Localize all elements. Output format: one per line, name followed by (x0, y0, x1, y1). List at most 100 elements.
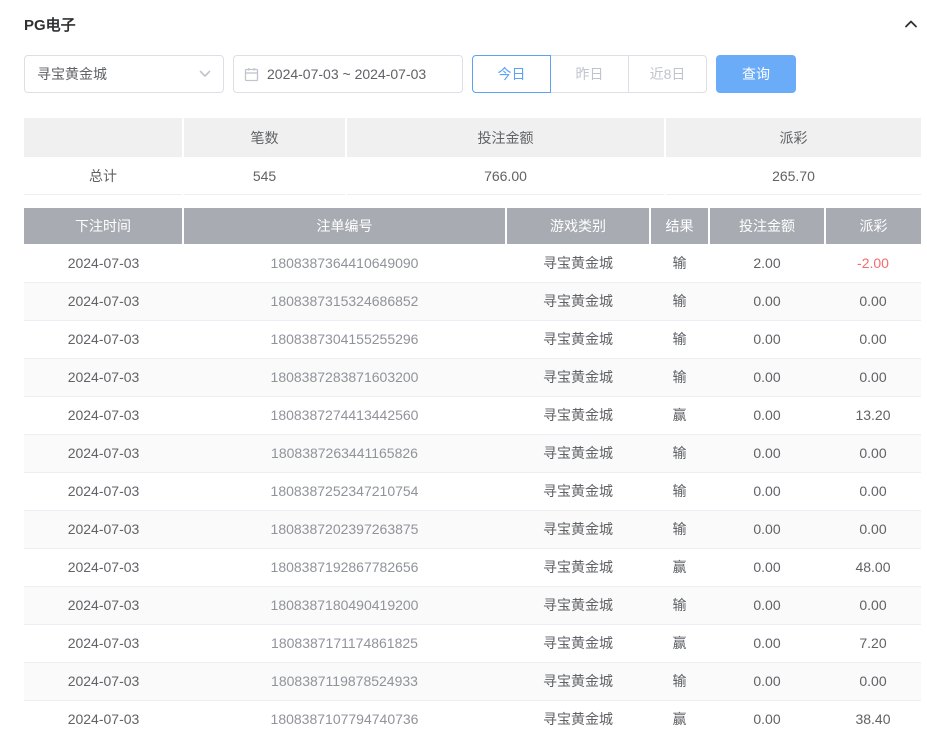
filter-row: 寻宝黄金城 2024-07-03 ~ 2024-07-03 今日 昨日 近8日 … (24, 55, 921, 93)
bet-amount-cell: 0.00 (709, 282, 825, 320)
payout-cell: 0.00 (825, 510, 921, 548)
bets-table-body: 2024-07-03 1808387364410649090 寻宝黄金城 输 2… (24, 244, 921, 730)
payout-cell: 13.20 (825, 396, 921, 434)
payout-cell: 38.40 (825, 700, 921, 730)
result-cell: 赢 (650, 700, 709, 730)
last-8-days-button[interactable]: 近8日 (628, 55, 707, 93)
table-row: 2024-07-03 1808387180490419200 寻宝黄金城 输 0… (24, 586, 921, 624)
game-select[interactable]: 寻宝黄金城 (24, 55, 224, 93)
panel-header: PG电子 (24, 0, 921, 48)
today-button[interactable]: 今日 (472, 55, 551, 93)
result-cell: 赢 (650, 548, 709, 586)
table-row: 2024-07-03 1808387202397263875 寻宝黄金城 输 0… (24, 510, 921, 548)
summary-total-label: 总计 (24, 157, 182, 195)
bet-date-cell: 2024-07-03 (24, 358, 183, 396)
result-cell: 输 (650, 510, 709, 548)
col-header-payout: 派彩 (825, 208, 921, 244)
game-type-cell: 寻宝黄金城 (506, 358, 650, 396)
payout-cell: 0.00 (825, 662, 921, 700)
bet-id-cell: 1808387171174861825 (183, 624, 506, 662)
bet-date-cell: 2024-07-03 (24, 282, 183, 320)
bet-date-cell: 2024-07-03 (24, 510, 183, 548)
game-type-cell: 寻宝黄金城 (506, 244, 650, 282)
payout-cell: 0.00 (825, 434, 921, 472)
bets-table-header: 下注时间 注单编号 游戏类别 结果 投注金额 派彩 (24, 208, 921, 244)
bet-date-cell: 2024-07-03 (24, 320, 183, 358)
bet-id-cell: 1808387119878524933 (183, 662, 506, 700)
bet-amount-cell: 0.00 (709, 624, 825, 662)
game-type-cell: 寻宝黄金城 (506, 320, 650, 358)
yesterday-button[interactable]: 昨日 (550, 55, 629, 93)
col-header-bet-time: 下注时间 (24, 208, 183, 244)
game-type-cell: 寻宝黄金城 (506, 586, 650, 624)
payout-cell: -2.00 (825, 244, 921, 282)
bet-id-cell: 1808387274413442560 (183, 396, 506, 434)
table-row: 2024-07-03 1808387283871603200 寻宝黄金城 输 0… (24, 358, 921, 396)
table-row: 2024-07-03 1808387252347210754 寻宝黄金城 输 0… (24, 472, 921, 510)
summary-total-payout: 265.70 (666, 157, 921, 195)
bet-id-cell: 1808387364410649090 (183, 244, 506, 282)
quick-range-button-group: 今日 昨日 近8日 (472, 55, 707, 93)
report-panel: PG电子 寻宝黄金城 2024-07-03 ~ 2024-07-03 今日 昨日… (0, 0, 927, 730)
summary-header-count: 笔数 (184, 118, 345, 157)
table-row: 2024-07-03 1808387315324686852 寻宝黄金城 输 0… (24, 282, 921, 320)
bet-date-cell: 2024-07-03 (24, 434, 183, 472)
bet-amount-cell: 0.00 (709, 434, 825, 472)
payout-cell: 0.00 (825, 282, 921, 320)
table-row: 2024-07-03 1808387304155255296 寻宝黄金城 输 0… (24, 320, 921, 358)
result-cell: 输 (650, 434, 709, 472)
game-type-cell: 寻宝黄金城 (506, 662, 650, 700)
payout-cell: 0.00 (825, 320, 921, 358)
search-button[interactable]: 查询 (716, 55, 796, 93)
col-header-game-type: 游戏类别 (506, 208, 650, 244)
summary-table: 笔数 投注金额 派彩 总计 545 766.00 265.70 (24, 118, 921, 195)
bet-id-cell: 1808387180490419200 (183, 586, 506, 624)
result-cell: 输 (650, 586, 709, 624)
payout-cell: 0.00 (825, 358, 921, 396)
bet-amount-cell: 0.00 (709, 358, 825, 396)
bet-amount-cell: 0.00 (709, 700, 825, 730)
result-cell: 输 (650, 244, 709, 282)
bet-amount-cell: 0.00 (709, 472, 825, 510)
summary-total-count: 545 (184, 157, 345, 195)
result-cell: 输 (650, 472, 709, 510)
bet-id-cell: 1808387263441165826 (183, 434, 506, 472)
payout-cell: 7.20 (825, 624, 921, 662)
bet-date-cell: 2024-07-03 (24, 472, 183, 510)
bet-id-cell: 1808387252347210754 (183, 472, 506, 510)
summary-header-payout: 派彩 (666, 118, 921, 157)
bet-amount-cell: 0.00 (709, 510, 825, 548)
table-row: 2024-07-03 1808387364410649090 寻宝黄金城 输 2… (24, 244, 921, 282)
date-range-input[interactable]: 2024-07-03 ~ 2024-07-03 (233, 55, 463, 93)
bet-date-cell: 2024-07-03 (24, 548, 183, 586)
game-type-cell: 寻宝黄金城 (506, 434, 650, 472)
result-cell: 赢 (650, 624, 709, 662)
bet-date-cell: 2024-07-03 (24, 244, 183, 282)
date-range-value: 2024-07-03 ~ 2024-07-03 (267, 66, 426, 82)
result-cell: 输 (650, 662, 709, 700)
calendar-icon (244, 67, 259, 82)
game-select-value: 寻宝黄金城 (37, 64, 107, 84)
table-row: 2024-07-03 1808387192867782656 寻宝黄金城 赢 0… (24, 548, 921, 586)
table-row: 2024-07-03 1808387107794740736 寻宝黄金城 赢 0… (24, 700, 921, 730)
chevron-up-icon[interactable] (901, 14, 921, 34)
game-type-cell: 寻宝黄金城 (506, 510, 650, 548)
summary-header-bet-amount: 投注金额 (347, 118, 664, 157)
summary-header-empty (24, 118, 182, 157)
col-header-bet-id: 注单编号 (183, 208, 506, 244)
panel-title: PG电子 (24, 14, 76, 35)
bet-id-cell: 1808387315324686852 (183, 282, 506, 320)
bet-id-cell: 1808387107794740736 (183, 700, 506, 730)
payout-cell: 48.00 (825, 548, 921, 586)
game-type-cell: 寻宝黄金城 (506, 472, 650, 510)
bet-amount-cell: 0.00 (709, 586, 825, 624)
summary-total-bet-amount: 766.00 (347, 157, 664, 195)
game-type-cell: 寻宝黄金城 (506, 624, 650, 662)
bet-date-cell: 2024-07-03 (24, 586, 183, 624)
bet-amount-cell: 2.00 (709, 244, 825, 282)
bet-date-cell: 2024-07-03 (24, 396, 183, 434)
table-row: 2024-07-03 1808387263441165826 寻宝黄金城 输 0… (24, 434, 921, 472)
game-type-cell: 寻宝黄金城 (506, 548, 650, 586)
payout-cell: 0.00 (825, 472, 921, 510)
bet-id-cell: 1808387283871603200 (183, 358, 506, 396)
